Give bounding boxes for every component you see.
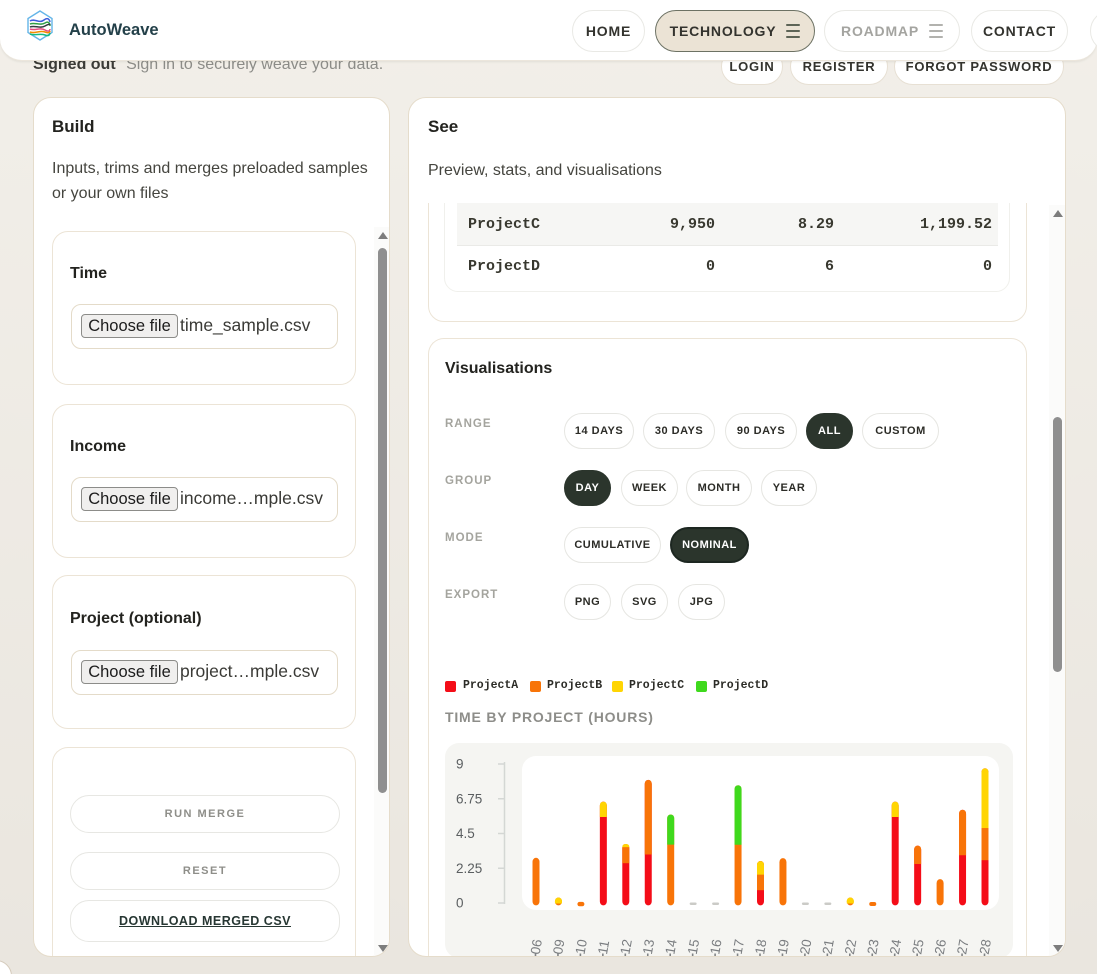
svg-text:18: 18: [752, 938, 769, 955]
svg-text:09: 09: [550, 938, 567, 955]
svg-text:21: 21: [820, 938, 837, 955]
svg-text:6.75: 6.75: [456, 791, 482, 806]
svg-text:13: 13: [640, 938, 657, 955]
svg-text:2.25: 2.25: [456, 861, 482, 876]
svg-text:10: 10: [573, 938, 590, 955]
svg-text:28: 28: [977, 938, 994, 955]
svg-text:9: 9: [456, 757, 464, 772]
svg-text:24: 24: [887, 938, 904, 956]
svg-text:16: 16: [707, 938, 724, 955]
svg-text:15: 15: [685, 938, 702, 955]
svg-text:17: 17: [730, 938, 747, 955]
svg-text:12: 12: [617, 938, 634, 955]
svg-text:4.5: 4.5: [456, 826, 475, 841]
svg-text:27: 27: [954, 938, 971, 955]
svg-text:0: 0: [456, 896, 464, 911]
svg-text:26: 26: [932, 938, 949, 955]
svg-text:22: 22: [842, 938, 859, 955]
svg-text:06: 06: [528, 938, 545, 955]
svg-text:20: 20: [797, 938, 814, 955]
svg-text:23: 23: [864, 938, 881, 955]
svg-text:14: 14: [662, 938, 679, 956]
svg-text:19: 19: [775, 938, 792, 955]
svg-text:11: 11: [595, 939, 612, 955]
svg-text:25: 25: [909, 938, 926, 955]
